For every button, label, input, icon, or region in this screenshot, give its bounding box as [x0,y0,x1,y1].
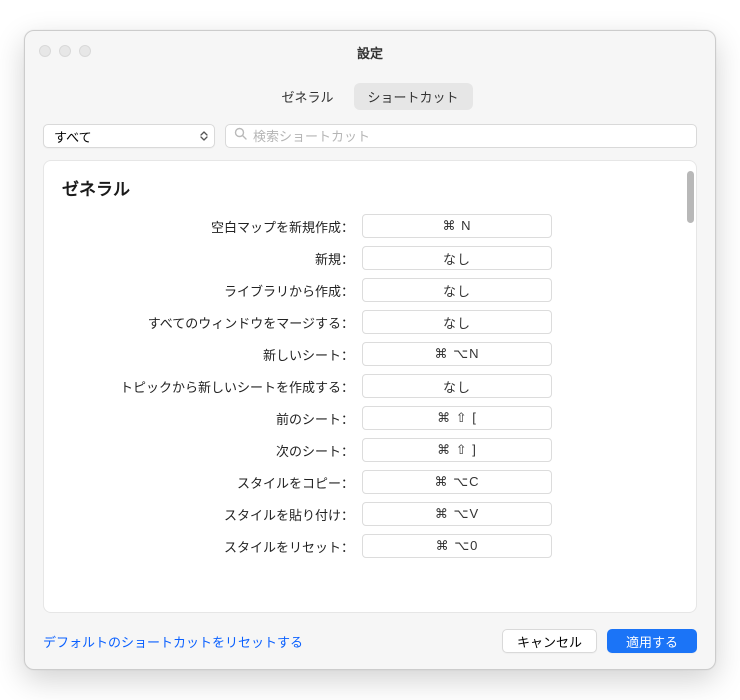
shortcut-field[interactable]: ⌘ ⌥V [362,502,552,526]
shortcut-field[interactable]: なし [362,310,552,334]
footer: デフォルトのショートカットをリセットする キャンセル 適用する [25,613,715,669]
reset-defaults-link[interactable]: デフォルトのショートカットをリセットする [43,632,303,651]
settings-window: 設定 ゼネラル ショートカット すべて ゼネラル 空白マップを新規作成： ⌘ N [24,30,716,670]
category-select-value: すべて [54,127,92,146]
window-controls [39,45,91,57]
scrollbar[interactable] [687,171,694,223]
window-title: 設定 [357,43,383,62]
row-label: スタイルをコピー： [62,473,362,492]
tab-general[interactable]: ゼネラル [267,83,347,110]
apply-button[interactable]: 適用する [607,629,697,653]
category-select[interactable]: すべて [43,124,215,148]
shortcut-row: スタイルをリセット： ⌘ ⌥0 [62,534,678,558]
section-title: ゼネラル [62,175,678,200]
titlebar: 設定 [25,31,715,75]
shortcut-field[interactable]: ⌘ ⌥0 [362,534,552,558]
shortcut-row: 前のシート： ⌘ ⇧ [ [62,406,678,430]
shortcut-field[interactable]: ⌘ ⇧ ] [362,438,552,462]
zoom-icon[interactable] [79,45,91,57]
shortcut-field[interactable]: なし [362,246,552,270]
chevron-updown-icon [200,131,208,141]
row-label: 空白マップを新規作成： [62,217,362,236]
shortcut-field[interactable]: なし [362,278,552,302]
search-input[interactable] [253,129,688,144]
row-label: スタイルをリセット： [62,537,362,556]
shortcut-row: スタイルをコピー： ⌘ ⌥C [62,470,678,494]
shortcut-row: 次のシート： ⌘ ⇧ ] [62,438,678,462]
cancel-button[interactable]: キャンセル [502,629,597,653]
search-icon [234,127,247,145]
shortcut-row: 新規： なし [62,246,678,270]
shortcut-row: スタイルを貼り付け： ⌘ ⌥V [62,502,678,526]
shortcut-field[interactable]: ⌘ ⌥C [362,470,552,494]
shortcut-row: 新しいシート： ⌘ ⌥N [62,342,678,366]
shortcut-field[interactable]: ⌘ ⇧ [ [362,406,552,430]
shortcut-row: トピックから新しいシートを作成する： なし [62,374,678,398]
tab-bar: ゼネラル ショートカット [25,75,715,124]
row-label: ライブラリから作成： [62,281,362,300]
shortcut-field[interactable]: ⌘ ⌥N [362,342,552,366]
toolbar: すべて [25,124,715,160]
tab-shortcuts[interactable]: ショートカット [354,83,473,110]
shortcuts-panel: ゼネラル 空白マップを新規作成： ⌘ N 新規： なし ライブラリから作成： な… [43,160,697,613]
row-label: 新規： [62,249,362,268]
shortcut-field[interactable]: ⌘ N [362,214,552,238]
panel-content: ゼネラル 空白マップを新規作成： ⌘ N 新規： なし ライブラリから作成： な… [44,161,696,612]
shortcut-row: ライブラリから作成： なし [62,278,678,302]
row-label: トピックから新しいシートを作成する： [62,377,362,396]
row-label: 次のシート： [62,441,362,460]
row-label: 前のシート： [62,409,362,428]
row-label: スタイルを貼り付け： [62,505,362,524]
search-field[interactable] [225,124,697,148]
minimize-icon[interactable] [59,45,71,57]
row-label: 新しいシート： [62,345,362,364]
shortcut-row: すべてのウィンドウをマージする： なし [62,310,678,334]
close-icon[interactable] [39,45,51,57]
shortcut-row: 空白マップを新規作成： ⌘ N [62,214,678,238]
row-label: すべてのウィンドウをマージする： [62,313,362,332]
shortcut-field[interactable]: なし [362,374,552,398]
